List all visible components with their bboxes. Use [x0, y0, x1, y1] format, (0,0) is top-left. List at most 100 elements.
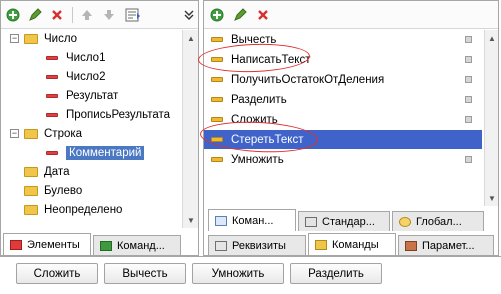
inner-tabbar: Коман... Стандар... Глобал... [208, 207, 486, 231]
add-icon[interactable] [5, 7, 21, 23]
tab-form-commands[interactable]: Коман... [208, 209, 296, 231]
attribute-icon [46, 94, 58, 98]
tree-item-label: Число1 [66, 52, 106, 64]
list-item[interactable]: ПолучитьОстатокОтДеления [204, 70, 482, 89]
parameters-tab-icon [405, 240, 417, 251]
tab-label: Команд... [117, 239, 165, 252]
add-icon[interactable] [209, 7, 225, 23]
tree-item[interactable]: ПрописьРезультата [46, 106, 170, 124]
scroll-down-icon[interactable]: ▼ [183, 212, 199, 228]
tree-item-label: Неопределено [44, 204, 123, 216]
folder-icon [24, 205, 38, 215]
multiply-button[interactable]: Умножить [192, 263, 284, 284]
tree-item[interactable]: Число2 [46, 68, 105, 86]
collapse-toggle-icon[interactable]: − [10, 34, 19, 43]
tree-item-label: Число2 [66, 71, 106, 83]
tab-label: Глобал... [416, 215, 462, 228]
tree-item[interactable]: Дата [24, 163, 69, 181]
tab-label: Команды [332, 238, 379, 251]
tree-item-label: Число [44, 33, 78, 45]
methods-list: Вычесть НаписатьТекст ПолучитьОстатокОтД… [197, 30, 500, 206]
tree-item-label: Булево [44, 185, 83, 197]
right-tabbar: Реквизиты Команды Парамет... [208, 231, 496, 255]
commands-tab-icon [315, 239, 327, 250]
folder-icon [24, 186, 38, 196]
tab-label: Парамет... [422, 239, 475, 252]
method-icon [211, 37, 223, 42]
tab-commands[interactable]: Команд... [93, 235, 181, 255]
tree-item-label: Результат [66, 90, 119, 102]
elements-tab-icon [10, 239, 22, 250]
procedure-marker-icon [465, 156, 472, 163]
attribute-icon [46, 113, 58, 117]
tab-label: Коман... [232, 214, 274, 227]
tab-commands[interactable]: Команды [308, 233, 396, 255]
tree-item-label: Комментарий [66, 146, 145, 160]
global-commands-tab-icon [399, 216, 411, 227]
tree-item[interactable]: Неопределено [24, 201, 122, 219]
procedure-marker-icon [465, 36, 472, 43]
tree-item[interactable]: Число1 [46, 49, 105, 67]
list-item[interactable]: Разделить [204, 90, 482, 109]
attributes-tab-icon [215, 240, 227, 251]
list-item-label: ПолучитьОстатокОтДеления [231, 73, 385, 86]
method-icon [211, 157, 223, 162]
edit-pencil-icon[interactable] [27, 7, 43, 23]
method-icon [211, 77, 223, 82]
tree-item[interactable]: − Строка [10, 125, 82, 143]
move-down-icon[interactable] [101, 7, 117, 23]
tab-standard-commands[interactable]: Стандар... [298, 211, 390, 231]
move-up-icon[interactable] [79, 7, 95, 23]
tree-item-selected[interactable]: Комментарий [46, 144, 145, 162]
commands-toolbar [204, 1, 498, 29]
tree-item-label: Дата [44, 166, 70, 178]
scroll-up-icon[interactable]: ▲ [183, 30, 199, 46]
delete-icon[interactable] [255, 7, 271, 23]
tree-scrollbar[interactable]: ▲ ▼ [182, 30, 198, 228]
form-preview: Сложить Вычесть Умножить Разделить [0, 256, 501, 294]
commands-tab-icon [100, 240, 112, 251]
commands-panel: Вычесть НаписатьТекст ПолучитьОстатокОтД… [197, 0, 500, 256]
form-view-icon[interactable] [125, 7, 141, 23]
tree-item-label: ПрописьРезультата [66, 109, 171, 121]
more-chevron-icon[interactable] [183, 7, 195, 23]
collapse-toggle-icon[interactable]: − [10, 129, 19, 138]
folder-icon [24, 167, 38, 177]
tab-elements[interactable]: Элементы [3, 233, 91, 255]
delete-icon[interactable] [49, 7, 65, 23]
edit-pencil-icon[interactable] [232, 7, 248, 23]
tree-item[interactable]: Результат [46, 87, 118, 105]
folder-icon [24, 129, 38, 139]
scroll-down-icon[interactable]: ▼ [485, 190, 499, 206]
tree-item-label: Строка [44, 128, 83, 140]
list-item-label: Разделить [231, 93, 287, 106]
form-commands-tab-icon [215, 215, 227, 226]
scroll-up-icon[interactable]: ▲ [485, 30, 499, 46]
tab-label: Стандар... [322, 215, 375, 228]
elements-panel: − Число Число1 Число2 Результат ПрописьР… [0, 0, 199, 256]
tab-global-commands[interactable]: Глобал... [392, 211, 484, 231]
tree-item[interactable]: − Число [10, 30, 77, 48]
tab-attributes[interactable]: Реквизиты [208, 235, 306, 255]
tab-label: Реквизиты [232, 239, 286, 252]
attribute-icon [46, 151, 58, 155]
attribute-icon [46, 56, 58, 60]
procedure-marker-icon [465, 76, 472, 83]
attribute-icon [46, 75, 58, 79]
folder-icon [24, 34, 38, 44]
method-icon [211, 97, 223, 102]
list-item-label: Умножить [231, 153, 284, 166]
tree-item[interactable]: Булево [24, 182, 82, 200]
procedure-marker-icon [465, 56, 472, 63]
procedure-marker-icon [465, 96, 472, 103]
tab-parameters[interactable]: Парамет... [398, 235, 494, 255]
subtract-button[interactable]: Вычесть [104, 263, 186, 284]
divide-button[interactable]: Разделить [290, 263, 382, 284]
standard-commands-tab-icon [305, 216, 317, 227]
elements-toolbar [1, 1, 198, 29]
methods-scrollbar[interactable]: ▲ ▼ [484, 30, 498, 206]
add-numbers-button[interactable]: Сложить [16, 263, 98, 284]
list-item[interactable]: Умножить [204, 150, 482, 169]
left-tabbar: Элементы Команд... [3, 231, 183, 255]
method-icon [211, 117, 223, 122]
